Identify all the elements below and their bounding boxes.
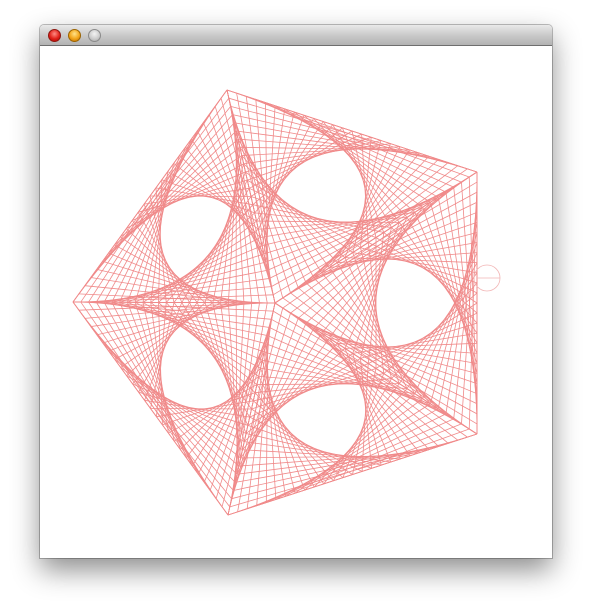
string-line	[80, 294, 274, 303]
string-art-lines	[72, 89, 478, 516]
drawing-canvas[interactable]	[40, 46, 552, 558]
string-line	[88, 106, 216, 303]
string-line	[230, 105, 458, 167]
app-window	[40, 25, 552, 558]
title-bar[interactable]	[40, 25, 552, 46]
close-button[interactable]	[48, 29, 61, 42]
zoom-button[interactable]	[88, 29, 101, 42]
string-line	[247, 423, 462, 510]
string-art-graphic	[72, 89, 501, 516]
minimize-button[interactable]	[68, 29, 81, 42]
